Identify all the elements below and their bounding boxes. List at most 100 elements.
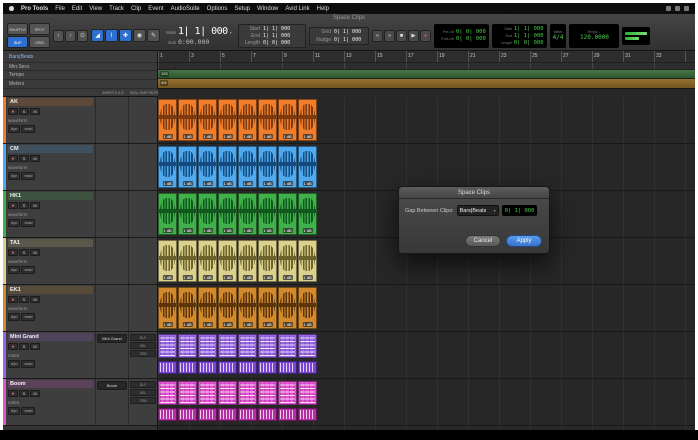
menubar-status-icon[interactable]: [666, 6, 671, 11]
tempo-ruler[interactable]: 120: [158, 70, 695, 79]
menubar-status-icon[interactable]: [684, 6, 689, 11]
ruler-name-min-secs[interactable]: Min:Secs: [3, 63, 157, 71]
audio-clip[interactable]: 1 dB: [298, 146, 317, 188]
mode-shuffle-button[interactable]: SHUFFLE: [7, 23, 28, 35]
midi-clip[interactable]: [198, 334, 217, 358]
ruler-name-bars-beats[interactable]: Bars|Beats: [3, 51, 157, 63]
audio-clip[interactable]: 1 dB: [298, 287, 317, 329]
track-name[interactable]: AK: [8, 98, 93, 106]
cancel-button[interactable]: Cancel: [465, 235, 501, 247]
record-icon[interactable]: ●: [420, 30, 431, 42]
solo-button[interactable]: S: [19, 108, 29, 115]
record-enable-button[interactable]: ●: [8, 249, 18, 256]
zoom-out-icon[interactable]: ‹: [53, 30, 64, 42]
track-name[interactable]: HK1: [8, 192, 93, 200]
mode-grid-button[interactable]: GRID: [29, 36, 50, 48]
track-name[interactable]: CM: [8, 145, 93, 153]
automation-mode-selector[interactable]: read: [21, 125, 35, 133]
length-value[interactable]: 0| 0| 000: [514, 40, 544, 46]
insert-plugin-name[interactable]: Mini Grand: [97, 334, 127, 343]
rtp-dly[interactable]: DLY: [130, 381, 156, 388]
pencil-tool-icon[interactable]: ✎: [147, 29, 160, 42]
midi-clip[interactable]: [178, 334, 197, 358]
track-view-selector[interactable]: waveform: [8, 259, 93, 264]
midi-velocity-clip[interactable]: [238, 408, 257, 421]
midi-clip[interactable]: [298, 334, 317, 358]
gap-amount-field[interactable]: 0| 1| 000: [502, 205, 538, 216]
midi-clip[interactable]: [258, 381, 277, 405]
audio-clip[interactable]: 1 dB: [178, 146, 197, 188]
rtp-trn[interactable]: TRN: [130, 350, 156, 357]
track-name[interactable]: TA1: [8, 239, 93, 247]
rtp-vel[interactable]: VEL: [130, 389, 156, 396]
zoom-in-icon[interactable]: ›: [65, 30, 76, 42]
audio-clip[interactable]: 1 dB: [238, 287, 257, 329]
audio-clip[interactable]: 1 dB: [278, 99, 297, 141]
audio-clip[interactable]: 1 dB: [258, 146, 277, 188]
midi-velocity-clip[interactable]: [278, 408, 297, 421]
menubar-status-icon[interactable]: [675, 6, 680, 11]
track-lane-ek1[interactable]: 1 dB1 dB1 dB1 dB1 dB1 dB1 dB1 dB: [158, 285, 695, 332]
automation-mode-selector[interactable]: read: [21, 313, 35, 321]
ruler-name-meters[interactable]: Meters: [3, 80, 157, 89]
tempo-display[interactable]: Tempo ♩ 120.0000: [569, 24, 619, 48]
dyn-selector[interactable]: dyn: [8, 266, 20, 274]
track-view-selector[interactable]: waveform: [8, 306, 93, 311]
rtp-dly[interactable]: DLY: [130, 334, 156, 341]
audio-clip[interactable]: 1 dB: [198, 99, 217, 141]
record-enable-button[interactable]: ●: [8, 155, 18, 162]
apply-button[interactable]: Apply: [506, 235, 542, 247]
menu-clip[interactable]: Clip: [131, 6, 141, 12]
solo-button[interactable]: S: [19, 390, 29, 397]
audio-clip[interactable]: 1 dB: [298, 193, 317, 235]
grabber-tool-icon[interactable]: ✚: [119, 29, 132, 42]
audio-clip[interactable]: 1 dB: [298, 99, 317, 141]
track-header-hk1[interactable]: HK1●SMwaveformdynread: [3, 191, 157, 238]
track-header-ta1[interactable]: TA1●SMwaveformdynread: [3, 238, 157, 285]
nudge-value[interactable]: 0| 1| 000: [334, 37, 361, 43]
rtp-trn[interactable]: TRN: [130, 397, 156, 404]
track-header-ek1[interactable]: EK1●SMwaveformdynread: [3, 285, 157, 332]
menu-track[interactable]: Track: [109, 6, 124, 12]
inserts-cell[interactable]: [95, 97, 128, 143]
postroll-value[interactable]: 0| 0| 000: [456, 36, 486, 42]
midi-velocity-clip[interactable]: [258, 408, 277, 421]
audio-clip[interactable]: 1 dB: [158, 240, 177, 282]
midi-clip[interactable]: [218, 334, 237, 358]
automation-mode-selector[interactable]: read: [21, 360, 35, 368]
insert-plugin-name[interactable]: Boom: [97, 381, 127, 390]
inserts-cell[interactable]: Mini Grand: [95, 332, 128, 378]
audio-clip[interactable]: 1 dB: [178, 240, 197, 282]
mode-slip-button[interactable]: SLIP: [7, 36, 28, 48]
audio-clip[interactable]: 1 dB: [278, 240, 297, 282]
automation-mode-selector[interactable]: read: [21, 266, 35, 274]
midi-clip[interactable]: [238, 381, 257, 405]
audio-clip[interactable]: 1 dB: [258, 240, 277, 282]
midi-clip[interactable]: [158, 381, 177, 405]
record-enable-button[interactable]: ●: [8, 390, 18, 397]
midi-velocity-clip[interactable]: [258, 361, 277, 374]
automation-mode-selector[interactable]: read: [21, 407, 35, 415]
menu-pro-tools[interactable]: Pro Tools: [21, 6, 48, 12]
track-name[interactable]: EK1: [8, 286, 93, 294]
zoomer-tool-icon[interactable]: ⊙: [77, 30, 88, 42]
bars-beats-ruler[interactable]: 13579111315171921232527293133: [158, 51, 695, 63]
dyn-selector[interactable]: dyn: [8, 125, 20, 133]
meter-display[interactable]: Meter 4/4: [550, 24, 567, 48]
mute-button[interactable]: M: [30, 390, 40, 397]
mode-spot-button[interactable]: SPOT: [29, 23, 50, 35]
audio-clip[interactable]: 1 dB: [278, 287, 297, 329]
rtp-cell[interactable]: DLYVELTRN: [128, 379, 157, 425]
track-lane-cm[interactable]: 1 dB1 dB1 dB1 dB1 dB1 dB1 dB1 dB: [158, 144, 695, 191]
inserts-cell[interactable]: [95, 144, 128, 190]
inserts-cell[interactable]: [95, 285, 128, 331]
midi-clip[interactable]: [158, 334, 177, 358]
track-view-selector[interactable]: notes: [8, 400, 93, 405]
track-view-selector[interactable]: notes: [8, 353, 93, 358]
midi-clip[interactable]: [278, 381, 297, 405]
automation-mode-selector[interactable]: read: [21, 172, 35, 180]
audio-clip[interactable]: 1 dB: [178, 193, 197, 235]
audio-clip[interactable]: 1 dB: [178, 287, 197, 329]
grid-value[interactable]: 0| 1| 000: [334, 29, 361, 35]
space-clips-dialog[interactable]: Space Clips Gap Between Clips: Bars|Beat…: [398, 186, 550, 254]
